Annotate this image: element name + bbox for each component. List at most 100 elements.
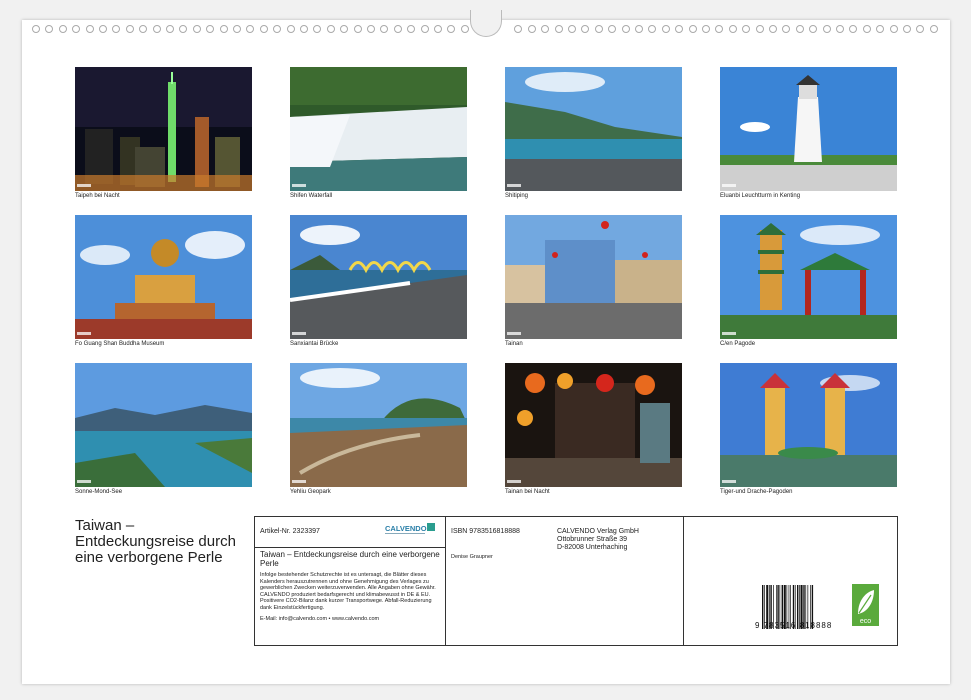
binding-ring	[594, 25, 603, 33]
binding-ring	[876, 25, 885, 33]
binding-ring	[514, 25, 523, 33]
binding-ring	[139, 25, 148, 33]
binding-ring	[340, 25, 349, 33]
binding-ring	[728, 25, 737, 33]
binding-ring	[45, 25, 54, 33]
binding-ring	[702, 25, 710, 33]
photo-street	[505, 215, 682, 339]
publisher-street: Ottobrunner Straße 39	[557, 536, 628, 543]
binding-ring	[742, 25, 751, 33]
binding-ring	[326, 25, 335, 33]
photo-lighthouse	[720, 67, 897, 191]
binding-ring	[206, 25, 215, 33]
binding-ring	[568, 25, 576, 33]
binding-ring	[849, 25, 858, 33]
binding-ring	[112, 25, 121, 33]
article-number: Artikel-Nr. 2323397	[260, 528, 320, 535]
binding-ring	[929, 25, 938, 33]
binding-ring	[99, 25, 107, 33]
photo-twin-pagodas	[720, 363, 897, 487]
photo-caption: Shifen Waterfall	[290, 193, 333, 199]
binding-ring	[286, 25, 295, 33]
binding-ring	[635, 25, 643, 33]
calendar-subtitle: Taiwan – Entdeckungsreise durch eine ver…	[260, 550, 440, 568]
contact-line: E-Mail: info@calvendo.com • www.calvendo…	[260, 616, 380, 622]
isbn: ISBN 9783516818888	[451, 528, 520, 535]
binding-ring	[608, 25, 617, 33]
binding-ring	[300, 25, 308, 33]
binding-ring	[192, 25, 201, 33]
binding-ring	[769, 25, 777, 33]
binding-ring	[836, 25, 844, 33]
photo-caption: Sonne-Mond-See	[75, 489, 123, 495]
binding-ring	[688, 25, 697, 33]
calvendo-logo: CALVENDO	[385, 523, 435, 534]
binding-ring	[420, 25, 429, 33]
binding-ring	[152, 25, 161, 33]
photo-caption: Tainan bei Nacht	[505, 489, 550, 495]
photo-caption: Yehliu Geopark	[290, 489, 331, 495]
photo-lake	[75, 363, 252, 487]
svg-text:eco: eco	[860, 618, 871, 625]
binding-ring	[648, 25, 657, 33]
binding-ring	[541, 25, 550, 33]
binding-ring	[809, 25, 818, 33]
publisher-city: D-82008 Unterhaching	[557, 544, 628, 551]
photo-caption: Taipeh bei Nacht	[75, 193, 120, 199]
binding-ring	[273, 25, 282, 33]
photo-pagoda	[720, 215, 897, 339]
binding-ring	[353, 25, 362, 33]
photo-night-market	[505, 363, 682, 487]
binding-ring	[58, 25, 67, 33]
binding-ring	[179, 25, 188, 33]
photo-caption: Tainan	[505, 341, 523, 347]
binding-ring	[125, 25, 134, 33]
eco-leaf-icon: eco	[852, 584, 879, 626]
binding-ring	[233, 25, 241, 33]
binding-ring	[313, 25, 322, 33]
binding-ring	[755, 25, 764, 33]
binding-ring	[581, 25, 590, 33]
barcode-number: 9 783516 818888	[755, 621, 833, 630]
binding-ring	[715, 25, 724, 33]
photo-night-city	[75, 67, 252, 191]
binding-ring	[782, 25, 791, 33]
binding-ring	[72, 25, 81, 33]
binding-ring	[903, 25, 911, 33]
binding-ring	[32, 25, 40, 33]
binding-ring	[407, 25, 416, 33]
photo-waterfall	[290, 67, 467, 191]
photo-coast	[505, 67, 682, 191]
publisher-name: CALVENDO Verlag GmbH	[557, 528, 639, 535]
binding-ring	[367, 25, 375, 33]
binding-ring	[447, 25, 456, 33]
photo-caption: Sanxiantai Brücke	[290, 341, 339, 347]
svg-text:CALVENDO: CALVENDO	[385, 524, 427, 533]
binding-ring	[795, 25, 804, 33]
binding-ring	[393, 25, 402, 33]
author-name: Denise Graupner	[451, 554, 493, 560]
photo-bridge	[290, 215, 467, 339]
binding-ring	[916, 25, 925, 33]
info-box: Artikel-Nr. 2323397 CALVENDO Taiwan – En…	[254, 516, 898, 646]
legal-notice: Infolge bestehender Schutzrechte ist es …	[260, 572, 436, 611]
binding-ring	[554, 25, 563, 33]
binding-ring	[822, 25, 831, 33]
binding-ring	[862, 25, 871, 33]
binding-ring	[259, 25, 268, 33]
binding-ring	[166, 25, 174, 33]
binding-ring	[380, 25, 389, 33]
binding-ring	[889, 25, 898, 33]
binding-ring	[460, 25, 469, 33]
binding-ring	[675, 25, 684, 33]
binding-ring	[434, 25, 442, 33]
binding-ring	[661, 25, 670, 33]
photo-caption: Shitiping	[505, 193, 529, 199]
calendar-title: Taiwan – Entdeckungsreise durch eine ver…	[75, 517, 236, 566]
photo-geopark	[290, 363, 467, 487]
photo-buddha	[75, 215, 252, 339]
photo-caption: Tiger-und Drache-Pagoden	[720, 489, 793, 495]
binding-ring	[527, 25, 536, 33]
binding-ring	[621, 25, 630, 33]
photo-caption: Eluanbi Leuchtturm in Kenting	[720, 193, 801, 199]
